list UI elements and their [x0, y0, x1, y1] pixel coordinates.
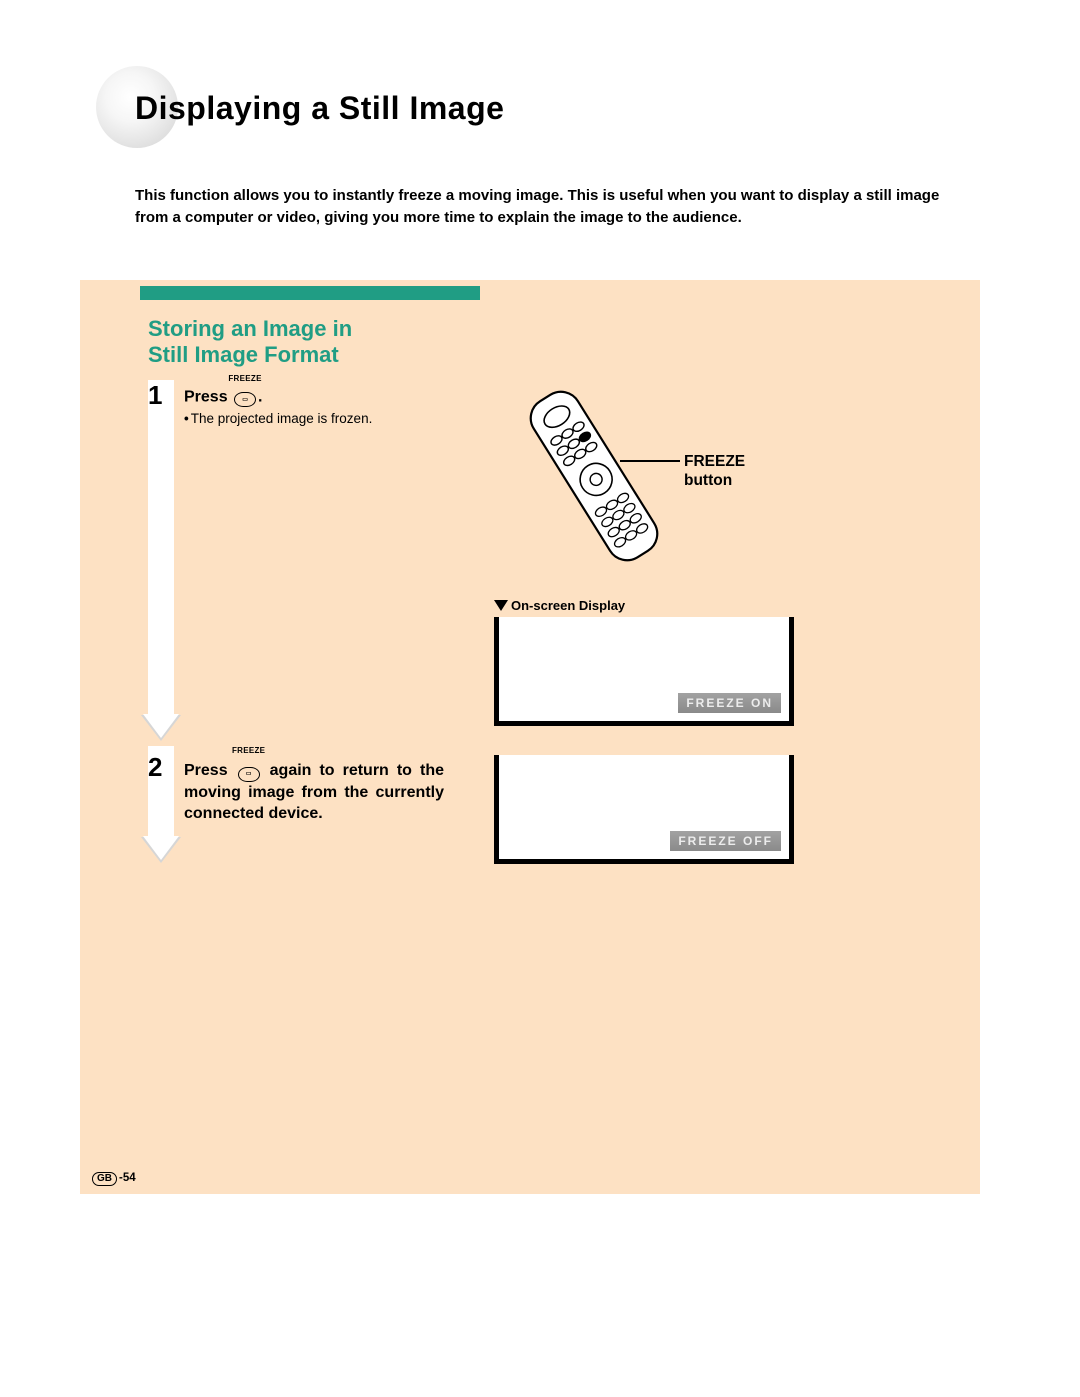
step-arrow-icon [148, 380, 174, 716]
osd-freeze-on-box: FREEZE ON [494, 617, 794, 726]
step-number-2: 2 [148, 752, 162, 783]
intro-paragraph: This function allows you to instantly fr… [135, 185, 945, 229]
freeze-icon-label: FREEZE [228, 374, 261, 383]
press-label: Press [184, 389, 228, 406]
callout-line1: FREEZE [684, 453, 745, 470]
step-2-instruction: Press FREEZE ▭ again to return to the mo… [184, 760, 444, 825]
period: . [258, 389, 262, 406]
bullet-dot-icon: • [184, 411, 189, 426]
section-subheading: Storing an Image in Still Image Format [148, 316, 352, 369]
section-accent-bar [140, 286, 480, 300]
page-title: Displaying a Still Image [135, 90, 504, 127]
osd-freeze-off-tag: FREEZE OFF [670, 831, 781, 851]
freeze-icon-label: FREEZE [232, 746, 265, 757]
on-screen-display-label: On-screen Display [494, 598, 625, 613]
osd-freeze-off-box: FREEZE OFF [494, 755, 794, 864]
subheading-line1: Storing an Image in [148, 316, 352, 341]
page-footer: GB-54 [92, 1172, 136, 1186]
freeze-button-icon: FREEZE ▭ [238, 760, 260, 782]
step-1-bullet: •The projected image is frozen. [184, 411, 372, 426]
callout-line2: button [684, 472, 732, 489]
step-1-bullet-text: The projected image is frozen. [191, 411, 373, 426]
callout-line-icon [620, 460, 680, 462]
step-1-instruction: Press FREEZE ▭ . [184, 388, 263, 407]
remote-key-icon: ▭ [234, 392, 256, 407]
manual-page: Displaying a Still Image This function a… [0, 0, 1080, 1397]
remote-control-illustration [494, 376, 694, 576]
osd-label-text: On-screen Display [511, 598, 625, 613]
freeze-button-icon: FREEZE ▭ [234, 388, 256, 407]
region-badge: GB [92, 1172, 117, 1186]
press-label: Press [184, 762, 228, 779]
subheading-line2: Still Image Format [148, 342, 339, 367]
remote-svg-icon [494, 376, 694, 576]
freeze-button-callout: FREEZE button [684, 452, 745, 491]
osd-freeze-on-tag: FREEZE ON [678, 693, 781, 713]
step-number-1: 1 [148, 380, 162, 411]
triangle-down-icon [494, 600, 508, 611]
page-number: -54 [119, 1172, 136, 1184]
remote-key-icon: ▭ [238, 767, 260, 782]
